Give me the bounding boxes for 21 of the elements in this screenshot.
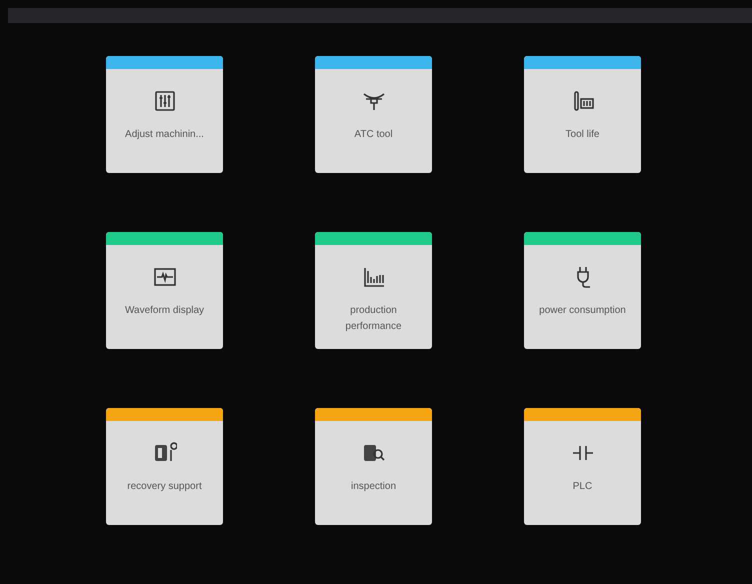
tile-label: inspection (350, 480, 398, 494)
menu-tile[interactable]: ATC tool (315, 56, 432, 173)
tile-label: production performance (344, 304, 403, 334)
tile-label: ATC tool (353, 128, 394, 142)
tile-label: Adjust machinin... (124, 128, 205, 142)
menu-tile[interactable]: power consumption (524, 232, 641, 349)
tile-label: Waveform display (124, 304, 206, 318)
bar-chart-icon (362, 265, 386, 289)
menu-tile[interactable]: inspection (315, 408, 432, 525)
menu-tile[interactable]: Waveform display (106, 232, 223, 349)
tile-label: PLC (572, 480, 594, 494)
sliders-icon (152, 89, 176, 113)
tile-label: recovery support (126, 480, 203, 494)
menu-tile[interactable]: production performance (315, 232, 432, 349)
menu-tile[interactable]: PLC (524, 408, 641, 525)
waveform-icon (152, 265, 176, 289)
menu-tile[interactable]: Adjust machinin... (106, 56, 223, 173)
menu-tile[interactable]: recovery support (106, 408, 223, 525)
tile-label: Tool life (564, 128, 600, 142)
tile-label: power consumption (538, 304, 627, 318)
menu-tile[interactable]: Tool life (524, 56, 641, 173)
